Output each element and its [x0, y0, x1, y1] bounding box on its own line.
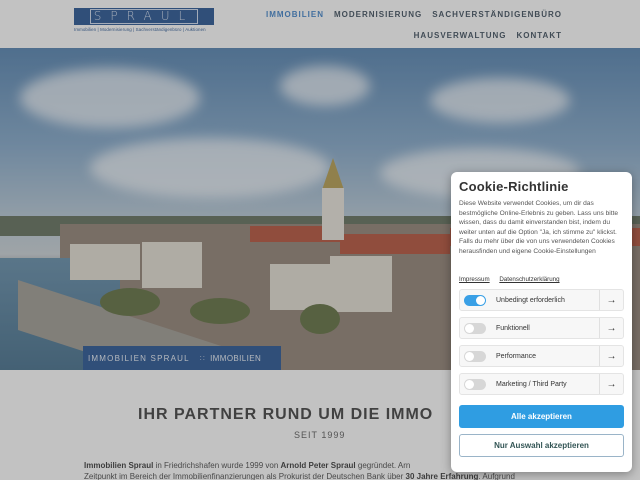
imprint-link[interactable]: Impressum — [459, 276, 490, 283]
arrow-right-icon[interactable]: → — [599, 318, 623, 338]
cookie-option-marketing: Marketing / Third Party → — [459, 373, 624, 395]
option-label: Performance — [496, 352, 537, 360]
cookie-option-functional: Funktionell → — [459, 317, 624, 339]
option-label: Marketing / Third Party — [496, 380, 567, 388]
accept-selected-button[interactable]: Nur Auswahl akzeptieren — [459, 434, 624, 457]
cookie-title: Cookie-Richtlinie — [459, 179, 569, 194]
option-label: Funktionell — [496, 324, 530, 332]
cookie-option-necessary: Unbedingt erforderlich → — [459, 289, 624, 311]
toggle-necessary[interactable] — [464, 294, 486, 306]
arrow-right-icon[interactable]: → — [599, 346, 623, 366]
arrow-right-icon[interactable]: → — [599, 374, 623, 394]
cookie-option-performance: Performance → — [459, 345, 624, 367]
toggle-marketing[interactable] — [464, 378, 486, 390]
option-label: Unbedingt erforderlich — [496, 296, 565, 304]
arrow-right-icon[interactable]: → — [599, 290, 623, 310]
cookie-links: Impressum Datenschutzerklärung — [459, 276, 624, 283]
toggle-performance[interactable] — [464, 350, 486, 362]
toggle-functional[interactable] — [464, 322, 486, 334]
cookie-dialog: Cookie-Richtlinie Diese Website verwende… — [451, 172, 632, 472]
accept-all-button[interactable]: Alle akzeptieren — [459, 405, 624, 428]
privacy-link[interactable]: Datenschutzerklärung — [499, 276, 559, 283]
cookie-description: Diese Website verwendet Cookies, um dir … — [459, 200, 619, 255]
